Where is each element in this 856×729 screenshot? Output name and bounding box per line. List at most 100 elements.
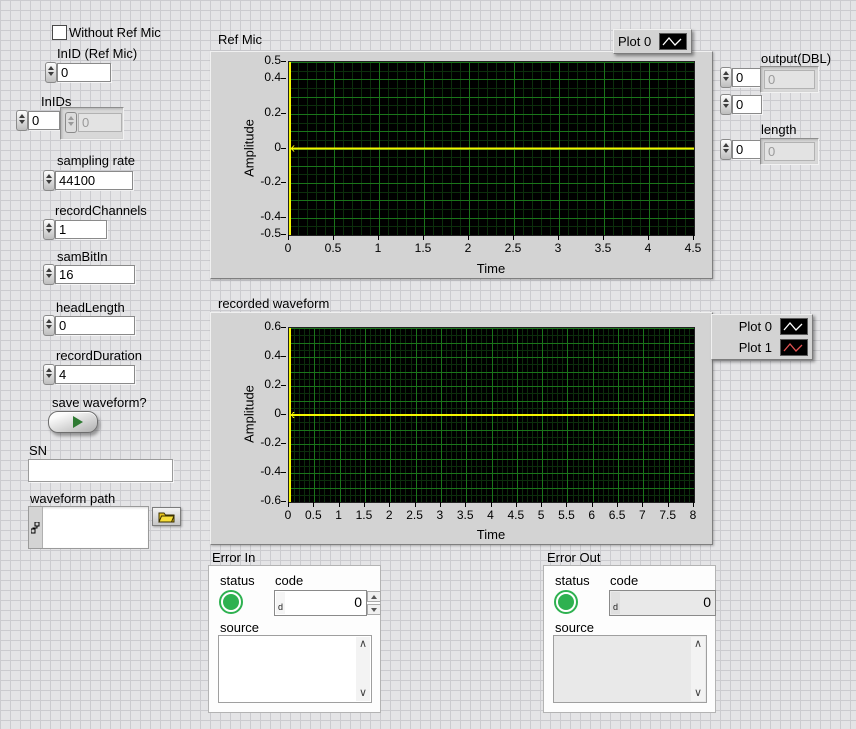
error-out-source-scrollbar[interactable]: ∧ ∨ <box>691 637 705 701</box>
inids-index-input[interactable]: 0 <box>28 111 60 130</box>
error-in-source-input[interactable]: ∧ ∨ <box>218 635 372 703</box>
y-tick-label: 0.6 <box>245 319 281 333</box>
waveform-path-input[interactable] <box>28 506 149 549</box>
save-waveform-toggle[interactable] <box>48 411 98 433</box>
error-in-radix[interactable]: d <box>276 592 285 614</box>
browse-button[interactable] <box>152 507 181 526</box>
sam-bit-in-input[interactable]: 16 <box>55 265 135 284</box>
x-tick-mark <box>415 502 416 507</box>
inid-ref-mic-input[interactable]: 0 <box>57 63 111 82</box>
scroll-up-icon[interactable]: ∧ <box>359 639 367 650</box>
labview-front-panel: { "controls": { "without_ref_mic": { "la… <box>0 0 856 729</box>
play-arrow-icon <box>73 416 83 428</box>
x-tick-label: 5 <box>538 508 545 522</box>
x-tick-mark <box>468 235 469 240</box>
graph2-title: recorded waveform <box>218 296 329 311</box>
x-tick-mark <box>642 502 643 507</box>
x-tick-mark <box>603 235 604 240</box>
graph2-legend-item-0[interactable]: Plot 0 <box>716 316 808 337</box>
y-tick-label: 0.2 <box>245 105 281 119</box>
y-tick-label: 0.4 <box>245 348 281 362</box>
error-in-status-led[interactable] <box>219 590 243 614</box>
x-tick-label: 7 <box>639 508 646 522</box>
record-duration-spinner[interactable] <box>43 364 55 385</box>
error-in-status-label: status <box>220 573 255 588</box>
graph2-legend: Plot 0 Plot 1 <box>711 314 813 360</box>
error-out-code-indicator: d 0 <box>609 590 716 616</box>
path-type-strip <box>29 507 43 548</box>
error-out-status-label: status <box>555 573 590 588</box>
error-out-status-led <box>554 590 578 614</box>
inids-index-spinner[interactable] <box>16 110 28 131</box>
record-channels-input[interactable]: 1 <box>55 220 107 239</box>
x-tick-label: 3.5 <box>457 508 474 522</box>
y-tick-mark <box>281 217 286 218</box>
sam-bit-in-spinner[interactable] <box>43 264 55 285</box>
sampling-rate-spinner[interactable] <box>43 170 55 191</box>
error-in-code-label: code <box>275 573 303 588</box>
x-tick-label: 4.5 <box>685 241 702 255</box>
graph2-legend-label-0: Plot 0 <box>739 319 772 334</box>
sampling-rate-label: sampling rate <box>57 153 135 168</box>
without-ref-mic-checkbox[interactable] <box>52 25 67 40</box>
error-in-source-scrollbar[interactable]: ∧ ∨ <box>356 637 370 701</box>
sampling-rate-input[interactable]: 44100 <box>55 171 133 190</box>
error-in-code-decrement[interactable] <box>367 604 381 615</box>
x-tick-mark <box>491 502 492 507</box>
record-channels-spinner[interactable] <box>43 219 55 240</box>
output-dbl-row-index-spinner[interactable] <box>720 67 732 88</box>
output-dbl-label: output(DBL) <box>761 51 831 66</box>
x-tick-mark <box>558 235 559 240</box>
x-tick-mark <box>592 502 593 507</box>
error-in-code-increment[interactable] <box>367 591 381 602</box>
x-tick-label: 4 <box>645 241 652 255</box>
waveform-path-label: waveform path <box>30 491 115 506</box>
graph2-x-axis-name: Time <box>477 527 505 542</box>
length-index[interactable]: 0 <box>732 140 762 159</box>
inids-element-value[interactable]: 0 <box>78 113 122 132</box>
folder-icon <box>158 511 175 523</box>
y-tick-label: -0.6 <box>245 493 281 507</box>
scroll-down-icon[interactable]: ∨ <box>694 688 702 699</box>
error-out-radix: d <box>611 592 620 614</box>
inids-element-spinner[interactable] <box>65 112 77 133</box>
inid-ref-mic-spinner[interactable] <box>45 62 57 83</box>
scroll-down-icon[interactable]: ∨ <box>359 688 367 699</box>
head-length-input[interactable]: 0 <box>55 316 135 335</box>
error-out-code-value: 0 <box>703 594 711 610</box>
x-tick-label: 2 <box>386 508 393 522</box>
graph2-legend-item-1[interactable]: Plot 1 <box>716 337 808 358</box>
y-tick-label: -0.5 <box>245 226 281 240</box>
y-tick-label: 0.4 <box>245 70 281 84</box>
plot0-line-sample-icon[interactable] <box>780 318 808 335</box>
output-dbl-col-index[interactable]: 0 <box>732 95 762 114</box>
record-duration-label: recordDuration <box>56 348 142 363</box>
sn-input[interactable] <box>28 459 173 482</box>
y-tick-mark <box>281 443 286 444</box>
scroll-up-icon[interactable]: ∧ <box>694 639 702 650</box>
graph1-legend-item[interactable]: Plot 0 <box>618 31 687 52</box>
plot0-line-sample-icon[interactable] <box>659 33 687 50</box>
x-tick-mark <box>389 502 390 507</box>
path-glyph-icon <box>31 522 40 534</box>
output-dbl-row-index[interactable]: 0 <box>732 68 762 87</box>
head-length-spinner[interactable] <box>43 315 55 336</box>
y-tick-mark <box>281 148 286 149</box>
plot1-line-sample-icon[interactable] <box>780 339 808 356</box>
record-duration-input[interactable]: 4 <box>55 365 135 384</box>
x-tick-mark <box>378 235 379 240</box>
record-channels-label: recordChannels <box>55 203 147 218</box>
y-tick-label: 0.5 <box>245 53 281 67</box>
y-tick-mark <box>281 61 286 62</box>
graph1-x-axis-name: Time <box>477 261 505 276</box>
error-out-source-label: source <box>555 620 594 635</box>
x-tick-label: 0.5 <box>305 508 322 522</box>
without-ref-mic-label: Without Ref Mic <box>69 25 161 40</box>
error-in-title: Error In <box>212 550 255 565</box>
output-dbl-element-value: 0 <box>764 70 815 89</box>
y-tick-mark <box>281 327 286 328</box>
output-dbl-col-index-spinner[interactable] <box>720 94 732 115</box>
length-index-spinner[interactable] <box>720 139 732 160</box>
error-in-code-input[interactable]: d 0 <box>274 590 367 616</box>
inids-element-box: 0 <box>60 107 124 140</box>
